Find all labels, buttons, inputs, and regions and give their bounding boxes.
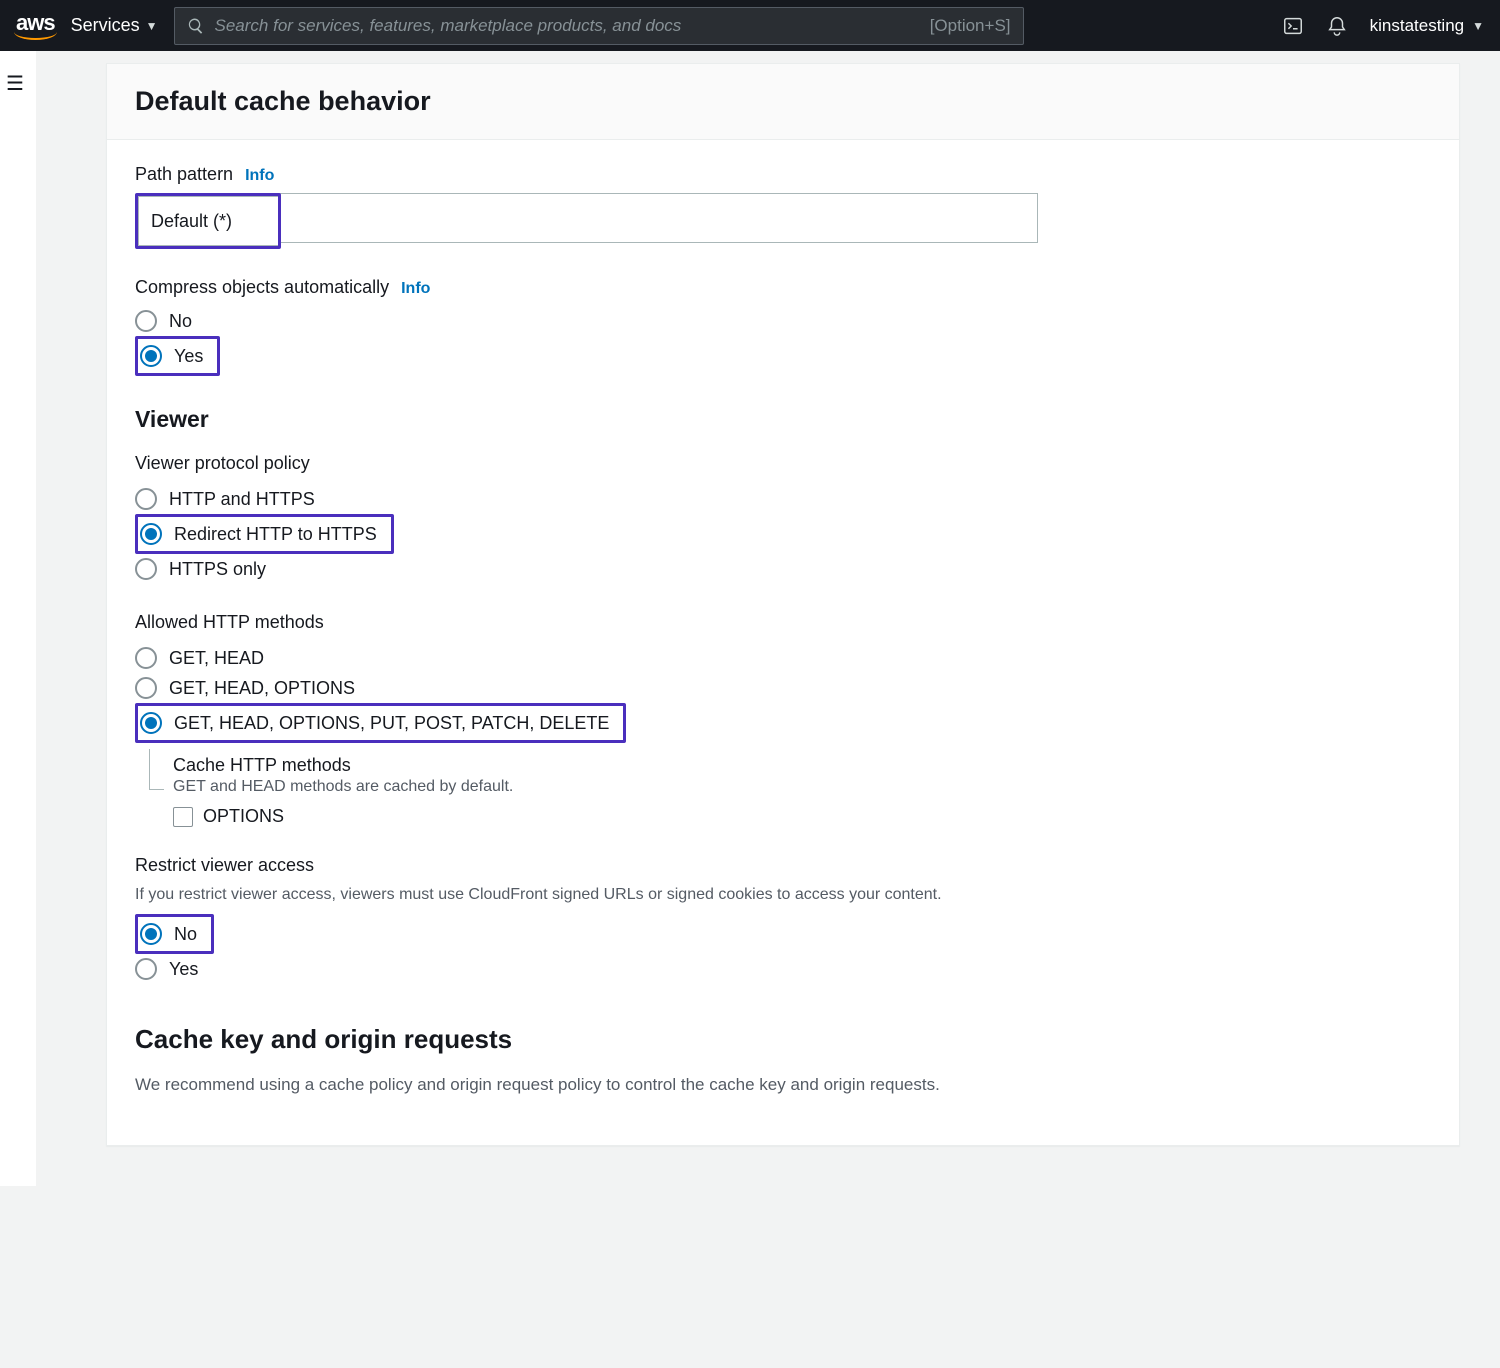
radio-label: Yes <box>174 346 203 367</box>
panel-title: Default cache behavior <box>135 86 1431 117</box>
left-gutter: ☰ <box>0 51 36 1186</box>
highlight-box: No <box>135 914 214 954</box>
path-pattern-input-rest[interactable] <box>278 193 1038 243</box>
radio-icon[interactable] <box>135 310 157 332</box>
methods-group: Allowed HTTP methods GET, HEAD GET, HEAD… <box>135 612 1431 827</box>
chevron-down-icon: ▼ <box>1472 19 1484 33</box>
radio-icon[interactable] <box>140 345 162 367</box>
radio-icon[interactable] <box>135 958 157 980</box>
radio-label: GET, HEAD, OPTIONS <box>169 678 355 699</box>
restrict-label: Restrict viewer access <box>135 855 1431 876</box>
radio-icon[interactable] <box>135 647 157 669</box>
search-shortcut-hint: [Option+S] <box>930 16 1011 36</box>
protocol-option-https-only[interactable]: HTTPS only <box>135 554 1431 584</box>
protocol-option-redirect[interactable]: Redirect HTTP to HTTPS <box>140 519 383 549</box>
radio-icon[interactable] <box>140 712 162 734</box>
restrict-help: If you restrict viewer access, viewers m… <box>135 886 1431 904</box>
global-search[interactable]: [Option+S] <box>174 7 1024 45</box>
nav-right: kinstatesting ▼ <box>1282 15 1484 37</box>
compress-info-link[interactable]: Info <box>401 280 430 298</box>
compress-label: Compress objects automatically <box>135 277 389 298</box>
methods-option-all[interactable]: GET, HEAD, OPTIONS, PUT, POST, PATCH, DE… <box>140 708 615 738</box>
search-input[interactable] <box>215 16 920 36</box>
radio-icon[interactable] <box>135 677 157 699</box>
restrict-group: Restrict viewer access If you restrict v… <box>135 855 1431 984</box>
methods-option-get-head[interactable]: GET, HEAD <box>135 643 1431 673</box>
compress-option-yes[interactable]: Yes <box>140 341 209 371</box>
highlight-box: Yes <box>135 336 220 376</box>
radio-icon[interactable] <box>140 523 162 545</box>
compress-option-no[interactable]: No <box>135 306 1431 336</box>
path-pattern-group: Path pattern Info <box>135 164 1431 249</box>
radio-icon[interactable] <box>140 923 162 945</box>
radio-label: Yes <box>169 959 198 980</box>
highlight-box: GET, HEAD, OPTIONS, PUT, POST, PATCH, DE… <box>135 703 626 743</box>
notifications-icon[interactable] <box>1326 15 1348 37</box>
cloudshell-icon[interactable] <box>1282 15 1304 37</box>
services-menu[interactable]: Services ▼ <box>71 15 158 36</box>
services-label: Services <box>71 15 140 36</box>
highlight-box <box>135 193 281 249</box>
cache-behavior-panel: Default cache behavior Path pattern Info <box>106 63 1460 1146</box>
radio-label: HTTPS only <box>169 559 266 580</box>
top-nav: aws Services ▼ [Option+S] kinstatesting … <box>0 0 1500 51</box>
path-pattern-input[interactable] <box>138 196 278 246</box>
radio-icon[interactable] <box>135 558 157 580</box>
cachekey-heading: Cache key and origin requests <box>135 1024 1431 1055</box>
radio-icon[interactable] <box>135 488 157 510</box>
restrict-option-yes[interactable]: Yes <box>135 954 1431 984</box>
protocol-label: Viewer protocol policy <box>135 453 1431 474</box>
radio-label: HTTP and HTTPS <box>169 489 315 510</box>
cache-methods-nest: Cache HTTP methods GET and HEAD methods … <box>149 755 1431 827</box>
cache-methods-help: GET and HEAD methods are cached by defau… <box>173 778 1431 796</box>
methods-label: Allowed HTTP methods <box>135 612 1431 633</box>
cachekey-help: We recommend using a cache policy and or… <box>135 1075 1431 1095</box>
radio-label: No <box>174 924 197 945</box>
panel-header: Default cache behavior <box>107 64 1459 140</box>
protocol-option-http-https[interactable]: HTTP and HTTPS <box>135 484 1431 514</box>
protocol-group: Viewer protocol policy HTTP and HTTPS Re… <box>135 453 1431 584</box>
checkbox-label: OPTIONS <box>203 806 284 827</box>
radio-label: No <box>169 311 192 332</box>
path-pattern-label: Path pattern <box>135 164 233 185</box>
aws-logo[interactable]: aws <box>16 10 55 42</box>
viewer-heading: Viewer <box>135 406 1431 433</box>
restrict-option-no[interactable]: No <box>140 919 203 949</box>
chevron-down-icon: ▼ <box>146 19 158 33</box>
path-pattern-info-link[interactable]: Info <box>245 167 274 185</box>
checkbox-icon[interactable] <box>173 807 193 827</box>
radio-label: GET, HEAD, OPTIONS, PUT, POST, PATCH, DE… <box>174 713 609 734</box>
highlight-box: Redirect HTTP to HTTPS <box>135 514 394 554</box>
account-name: kinstatesting <box>1370 16 1465 36</box>
hamburger-menu-icon[interactable]: ☰ <box>6 71 30 96</box>
methods-option-get-head-options[interactable]: GET, HEAD, OPTIONS <box>135 673 1431 703</box>
cache-methods-label: Cache HTTP methods <box>173 755 1431 776</box>
search-icon <box>187 17 205 35</box>
radio-label: Redirect HTTP to HTTPS <box>174 524 377 545</box>
compress-group: Compress objects automatically Info No Y… <box>135 277 1431 376</box>
radio-label: GET, HEAD <box>169 648 264 669</box>
cache-methods-options-row[interactable]: OPTIONS <box>173 806 1431 827</box>
account-menu[interactable]: kinstatesting ▼ <box>1370 16 1484 36</box>
